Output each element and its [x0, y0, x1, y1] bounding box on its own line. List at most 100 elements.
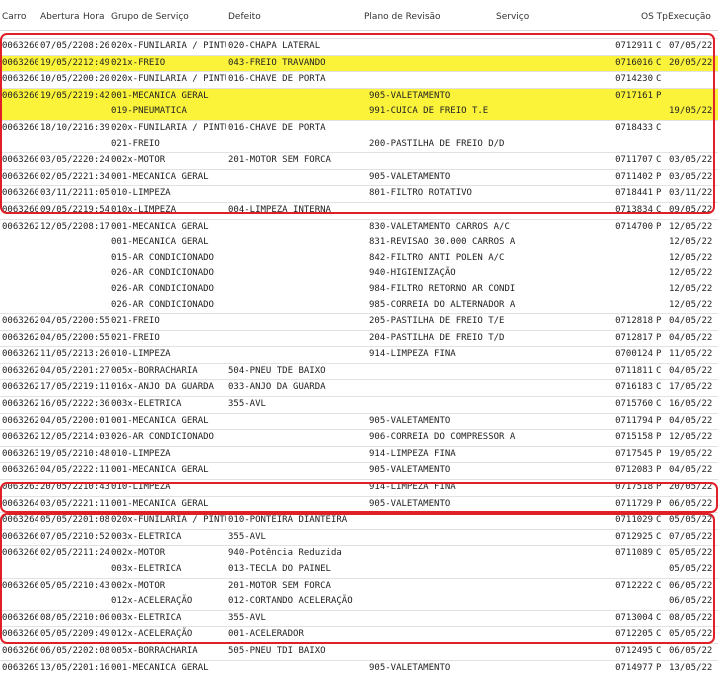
col-execucao[interactable]: Execução	[668, 12, 711, 22]
grupo-cell: 010-LIMPEZA	[111, 188, 171, 199]
os-cell: 0711707	[615, 155, 653, 166]
carro-cell: 0063266	[2, 580, 38, 591]
table-row[interactable]: 0063266 07/05/22 10:52 003x-ELETRICA 355-AVL…	[0, 528, 718, 546]
table-row[interactable]: 015-AR CONDICIONADO 842-FILTRO ANTI POLEN…	[0, 251, 718, 267]
table-row[interactable]: 0063263 04/05/22 22:11 001-MECANICA GERAL 90…	[0, 462, 718, 479]
table-row[interactable]: 0063260 07/05/22 08:26 020x-FUNILARIA / PIN…	[0, 38, 718, 55]
table-row[interactable]: 021-FREIO 200-PASTILHA DE FREIO D/D	[0, 137, 718, 153]
plano-cell: 940-HIGIENIZAÇÃO	[369, 268, 456, 279]
execucao-cell: 05/05/22	[669, 515, 713, 526]
grupo-cell: 010-LIMPEZA	[111, 448, 171, 459]
col-abertura[interactable]: Abertura	[40, 12, 80, 22]
execucao-cell: 17/05/22	[669, 382, 713, 393]
tp-cell: C	[656, 531, 662, 542]
table-row[interactable]: 026-AR CONDICIONADO 985-CORREIA DO ALTERN…	[0, 298, 718, 314]
os-cell: 0717545	[615, 448, 653, 459]
hora-cell: 13:26	[83, 349, 109, 360]
hora-cell: 10:48	[83, 448, 109, 459]
table-row[interactable]: 0063264 05/05/22 01:08 020x-FUNILARIA / PIN…	[0, 512, 718, 529]
grupo-cell: 026-AR CONDICIONADO	[111, 432, 214, 443]
table-row[interactable]: 0063262 11/05/22 13:26 010-LIMPEZA 914-LIMPE…	[0, 346, 718, 363]
hora-cell: 08:17	[83, 221, 109, 232]
execucao-cell: 12/05/22	[669, 283, 713, 294]
os-cell: 0713834	[615, 204, 653, 215]
abertura-cell: 19/05/22	[40, 57, 82, 68]
table-row[interactable]: 0063266 06/05/22 02:08 005x-BORRACHARIA 505-…	[0, 642, 718, 660]
grupo-cell: 001-MECANICA GERAL	[111, 465, 209, 476]
execucao-cell: 08/05/22	[669, 612, 713, 623]
abertura-cell: 04/05/22	[40, 415, 82, 426]
os-cell: 0711089	[615, 548, 653, 559]
carro-cell: 0063260	[2, 155, 38, 166]
carro-cell: 0063266	[2, 645, 38, 656]
col-servico[interactable]: Serviço	[496, 12, 529, 22]
table-row[interactable]: 012x-ACELERAÇÃO 012-CORTANDO ACELERAÇÃO 06…	[0, 594, 718, 610]
table-row[interactable]: 0063266 08/05/22 10:06 003x-ELETRICA 355-AVL…	[0, 609, 718, 627]
carro-cell: 0063262	[2, 332, 38, 343]
table-row[interactable]: 0063260 09/05/22 19:54 010x-LIMPEZA 004-LIMP…	[0, 201, 718, 219]
table-row[interactable]: 0063260 03/05/22 20:24 002x-MOTOR 201-MOTOR …	[0, 152, 718, 169]
col-carro[interactable]: Carro	[2, 12, 26, 22]
hora-cell: 11:05	[83, 188, 109, 199]
table-row[interactable]: 0063260 18/10/22 16:39 020x-FUNILARIA / PIN…	[0, 119, 718, 137]
table-row[interactable]: 001-MECANICA GERAL 831-REVISAO 30.000 CAR…	[0, 235, 718, 251]
execucao-cell: 06/05/22	[669, 596, 713, 607]
defeito-cell: 201-MOTOR SEM FORCA	[228, 580, 331, 591]
table-row[interactable]: 0063260 03/11/22 11:05 010-LIMPEZA 801-FILTR…	[0, 185, 718, 202]
execucao-cell: 12/05/22	[669, 221, 713, 232]
grupo-cell: 019-PNEUMATICA	[111, 106, 187, 117]
table-row[interactable]: 0063266 05/05/22 10:43 002x-MOTOR 201-MOTOR …	[0, 577, 718, 595]
table-row[interactable]: 0063269 13/05/22 01:16 001-MECANICA GERAL 90…	[0, 659, 718, 676]
col-hora[interactable]: Hora	[83, 12, 105, 22]
table-row[interactable]: 019-PNEUMATICA 991-CUICA DE FREIO T.E 19/0…	[0, 104, 718, 120]
table-row[interactable]: 0063260 02/05/22 21:34 001-MECANICA GERAL 90…	[0, 168, 718, 186]
grupo-cell: 026-AR CONDICIONADO	[111, 283, 214, 294]
grupo-cell: 010-LIMPEZA	[111, 482, 171, 493]
table-row[interactable]: 0063264 03/05/22 21:11 001-MECANICA GERAL 90…	[0, 495, 718, 513]
grupo-cell: 026-AR CONDICIONADO	[111, 268, 214, 279]
carro-cell: 0063260	[2, 41, 38, 51]
hora-cell: 08:26	[83, 41, 109, 51]
table-row[interactable]: 0063262 04/05/22 01:27 005x-BORRACHARIA 504-…	[0, 362, 718, 380]
abertura-cell: 18/10/22	[40, 122, 82, 133]
tp-cell: C	[656, 580, 662, 591]
table-row[interactable]: 0063262 16/05/22 22:36 003x-ELETRICA 355-AVL…	[0, 396, 718, 413]
grupo-cell: 002x-MOTOR	[111, 548, 166, 559]
table-row[interactable]: 026-AR CONDICIONADO 984-FILTRO RETORNO AR…	[0, 282, 718, 298]
col-defeito[interactable]: Defeito	[228, 12, 261, 22]
execucao-cell: 03/11/22	[669, 188, 713, 199]
execucao-cell: 12/05/22	[669, 268, 713, 279]
table-row[interactable]: 0063260 19/05/22 12:49 021x-FREIO 043-FREIO …	[0, 54, 718, 72]
table-row[interactable]: 0063266 02/05/22 11:24 002x-MOTOR 940-Potênc…	[0, 545, 718, 562]
table-row[interactable]: 0063260 19/05/22 19:42 001-MECANICA GERAL 90…	[0, 87, 718, 105]
hora-cell: 10:06	[83, 612, 109, 623]
table-row[interactable]: 0063262 12/05/22 08:17 001-MECANICA GERAL 83…	[0, 218, 718, 236]
table-row[interactable]: 0063262 04/05/22 00:01 001-MECANICA GERAL 90…	[0, 412, 718, 430]
table-row[interactable]: 0063260 10/05/22 00:20 020x-FUNILARIA / PIN…	[0, 71, 718, 88]
col-os-tp[interactable]: OS Tp	[641, 12, 668, 22]
table-row[interactable]: 0063262 04/05/22 00:55 021-FREIO 204-PASTILH…	[0, 329, 718, 347]
table-row[interactable]: 0063266 05/05/22 09:49 012x-ACELERAÇÃO 001-A…	[0, 626, 718, 643]
table-row[interactable]: 026-AR CONDICIONADO 940-HIGIENIZAÇÃO 12/05…	[0, 266, 718, 282]
os-cell: 0711794	[615, 415, 653, 426]
execucao-cell: 19/05/22	[669, 106, 713, 117]
execucao-cell: 12/05/22	[669, 237, 713, 248]
execucao-cell: 09/05/22	[669, 204, 713, 215]
plano-cell: 985-CORREIA DO ALTERNADOR A	[369, 299, 516, 310]
os-cell: 0718433	[615, 122, 653, 133]
grupo-cell: 001-MECANICA GERAL	[111, 90, 209, 101]
carro-cell: 0063262	[2, 415, 38, 426]
os-cell: 0700124	[615, 349, 653, 360]
table-row[interactable]: 0063263 20/05/22 10:43 010-LIMPEZA 914-LIMPE…	[0, 479, 718, 496]
carro-cell: 0063264	[2, 515, 38, 526]
table-row[interactable]: 003x-ELETRICA 013-TECLA DO PAINEL 05/05/22	[0, 562, 718, 578]
table-row[interactable]: 0063263 19/05/22 10:48 010-LIMPEZA 914-LIMPE…	[0, 445, 718, 463]
table-row[interactable]: 0063262 12/05/22 14:03 026-AR CONDICIONADO 9…	[0, 429, 718, 446]
grupo-cell: 020x-FUNILARIA / PINTURA	[111, 74, 226, 85]
table-row[interactable]: 0063262 04/05/22 00:55 021-FREIO 205-PASTILH…	[0, 313, 718, 330]
col-plano[interactable]: Plano de Revisão	[364, 12, 441, 22]
carro-cell: 0063262	[2, 365, 38, 376]
table-row[interactable]: 0063262 17/05/22 19:11 016x-ANJO DA GUARDA 0…	[0, 379, 718, 396]
abertura-cell: 17/05/22	[40, 382, 82, 393]
col-grupo[interactable]: Grupo de Serviço	[111, 12, 189, 22]
